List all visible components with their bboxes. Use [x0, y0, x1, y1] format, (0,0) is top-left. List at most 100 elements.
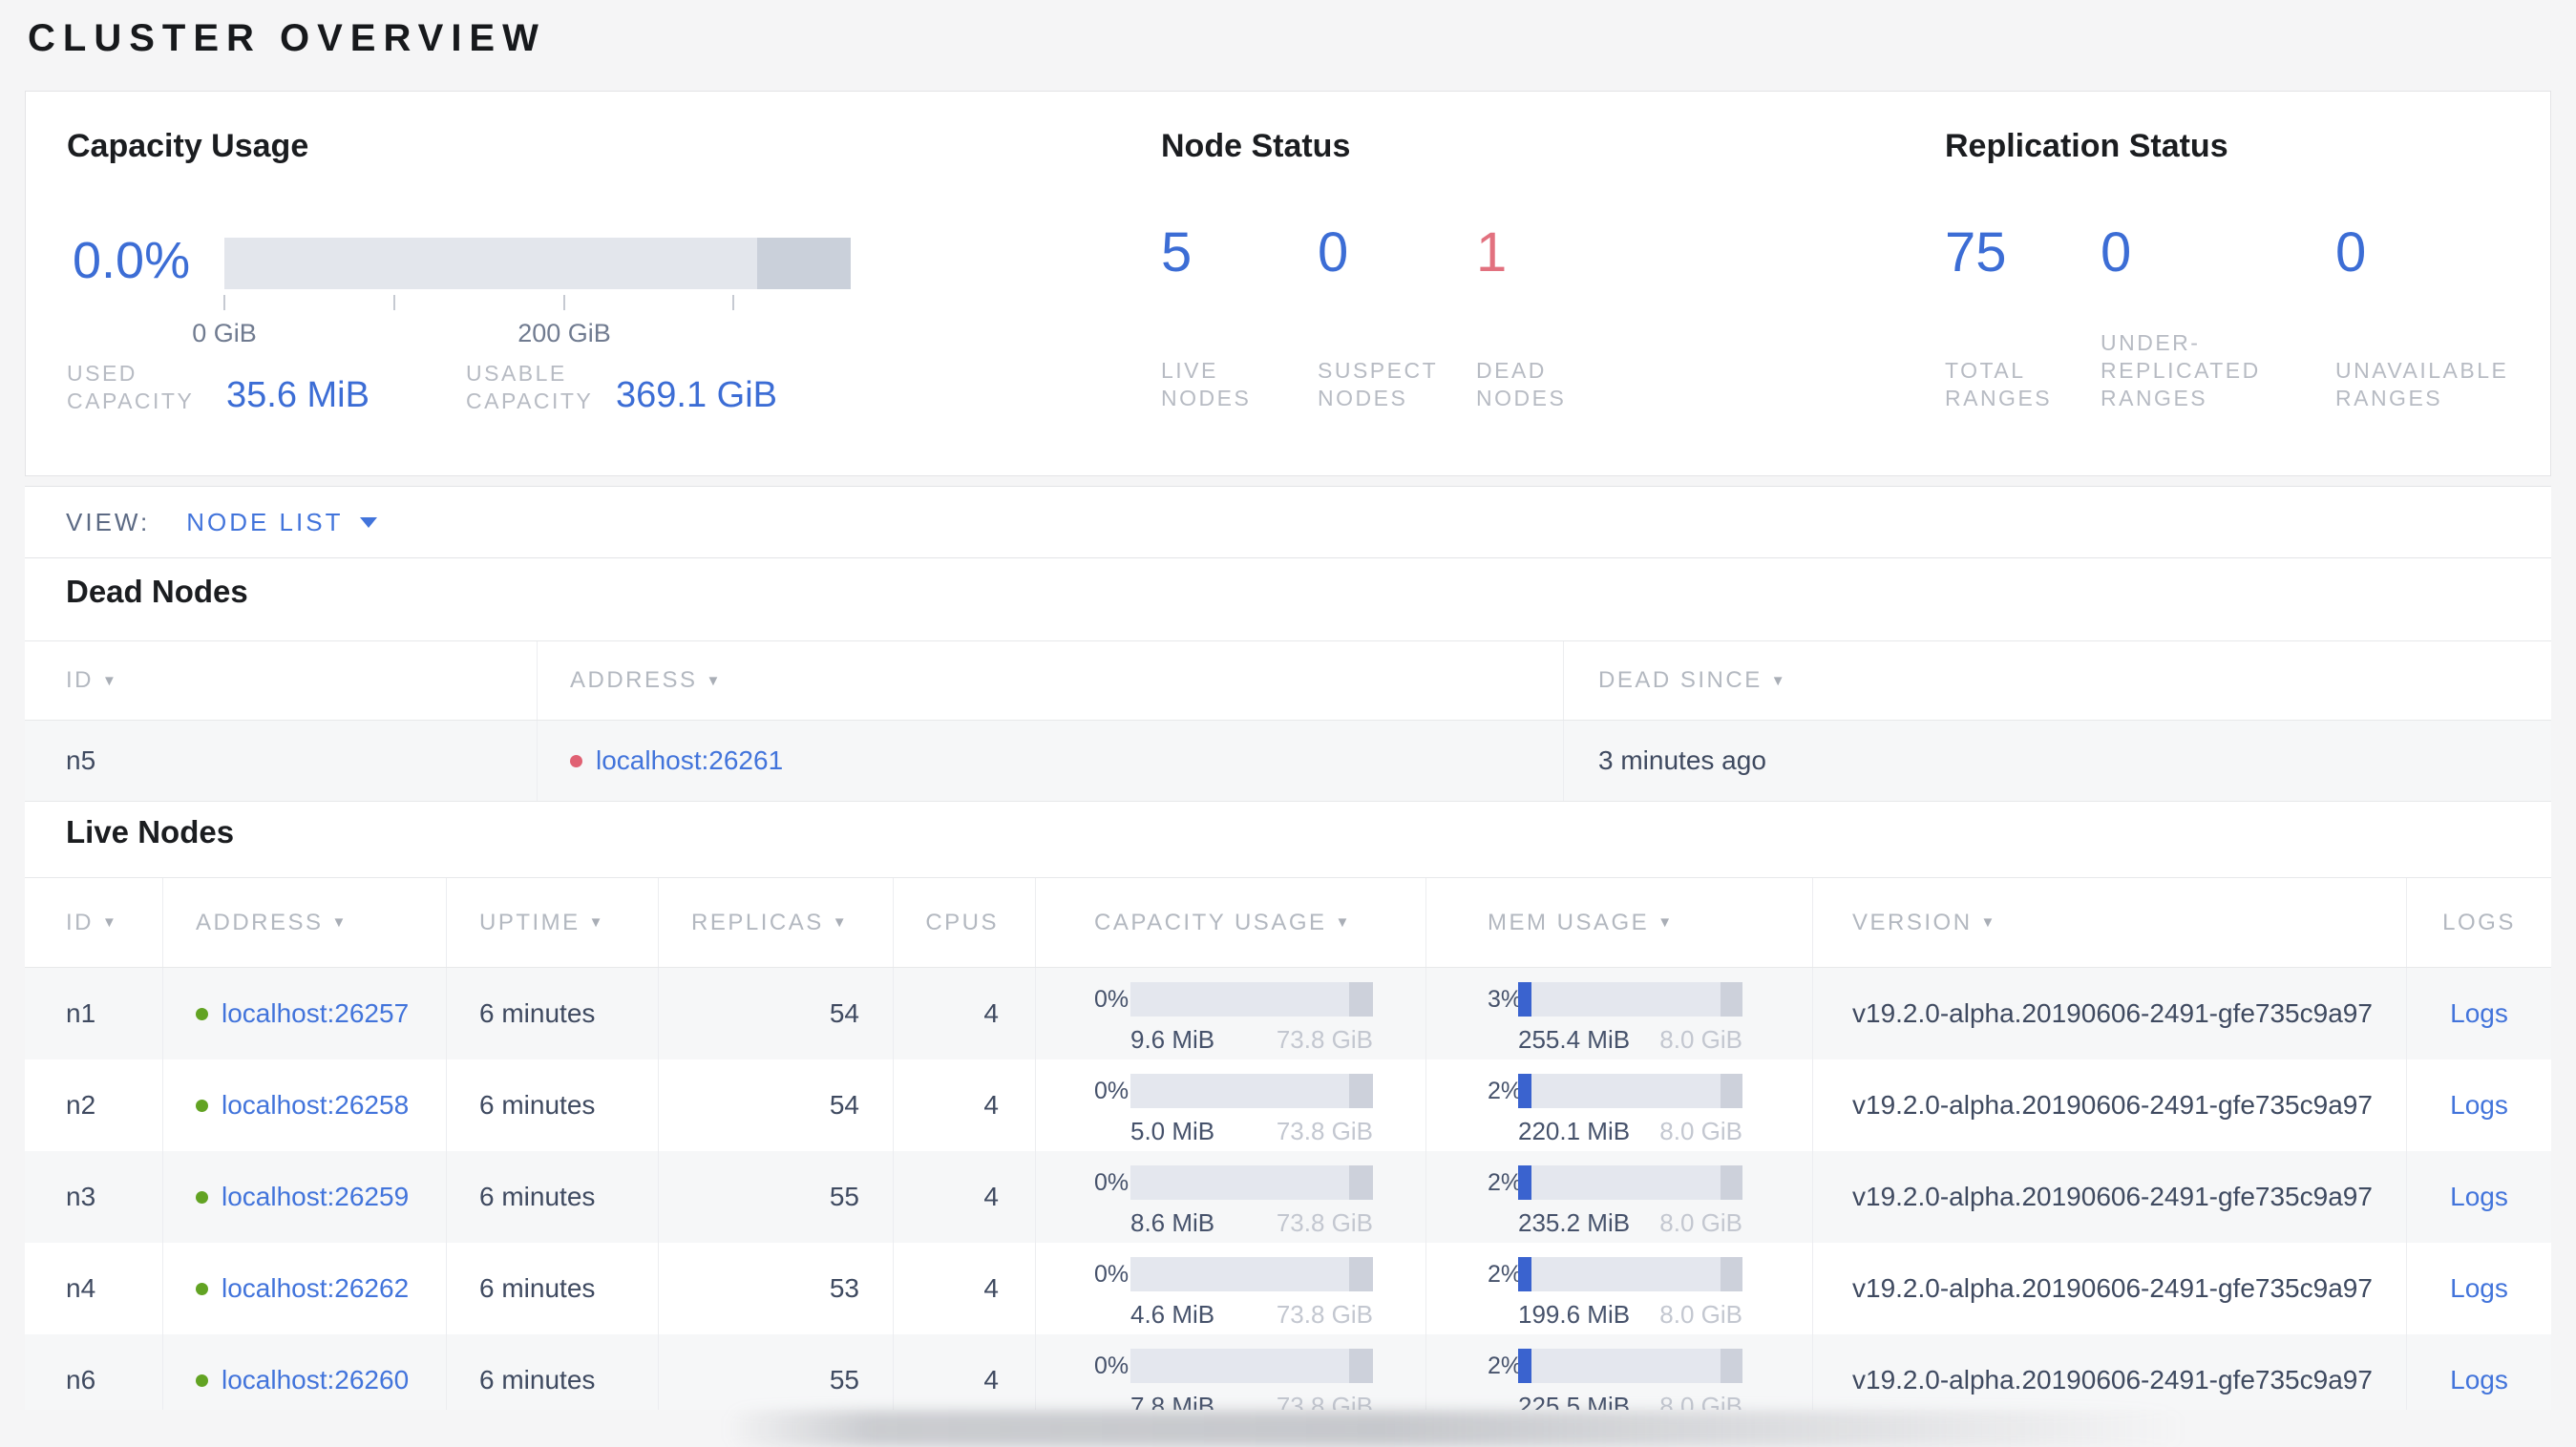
cluster-summary-panel: Capacity Usage 0.0% 0 GiB 200 GiB USED C… [25, 91, 2551, 476]
capacity-bar-other-segment [1348, 1165, 1373, 1200]
dead-nodes-label: DEAD NODES [1476, 358, 1567, 410]
node-address-link[interactable]: localhost:26258 [222, 1090, 409, 1121]
capacity-percent: 0% [1094, 1077, 1130, 1104]
mem-used-value: 255.4 MiB [1518, 1025, 1631, 1054]
node-address-cell: localhost:26261 [538, 721, 1564, 801]
node-address-cell: localhost:26262 [163, 1243, 447, 1334]
node-id-cell: n3 [25, 1151, 163, 1243]
suspect-nodes-metric: 0 SUSPECT NODES [1318, 225, 1438, 412]
mem-percent: 2% [1488, 1260, 1523, 1288]
live-node-row: n3 localhost:26259 6 minutes 55 4 0% 8.6… [25, 1151, 2551, 1243]
node-address-cell: localhost:26260 [163, 1334, 447, 1410]
capacity-percent: 0% [1094, 1168, 1130, 1196]
view-selector-dropdown[interactable]: NODE LIST [186, 507, 378, 537]
capacity-bar [1130, 982, 1373, 1017]
mem-used-value: 220.1 MiB [1518, 1117, 1631, 1145]
mem-percent: 3% [1488, 985, 1523, 1013]
node-address-link[interactable]: localhost:26259 [222, 1182, 409, 1212]
capacity-bar-other-segment [756, 238, 851, 289]
node-address-link[interactable]: localhost:26257 [222, 998, 409, 1029]
view-bar: VIEW: NODE LIST [25, 486, 2551, 558]
logs-link[interactable]: Logs [2450, 1090, 2508, 1121]
node-cpus-cell: 4 [894, 1151, 1036, 1243]
column-header-label: LOGS [2442, 909, 2516, 935]
suspect-nodes-count: 0 [1318, 221, 1349, 283]
node-address-cell: localhost:26257 [163, 968, 447, 1059]
capacity-used-value: 5.0 MiB [1130, 1117, 1215, 1145]
axis-tick [223, 295, 225, 310]
column-header-label: CAPACITY USAGE [1094, 909, 1327, 935]
node-address-link[interactable]: localhost:26260 [222, 1365, 409, 1395]
mem-bar-other-segment [1720, 982, 1742, 1017]
live-nodes-body: n1 localhost:26257 6 minutes 54 4 0% 9.6… [25, 968, 2551, 1410]
sort-caret-icon: ▼ [1770, 672, 1788, 689]
capacity-usage-bar [224, 238, 851, 289]
capacity-usage-title: Capacity Usage [67, 128, 309, 164]
total-ranges-metric: 75 TOTAL RANGES [1945, 225, 2052, 412]
capacity-total-value: 73.8 GiB [1276, 1208, 1373, 1237]
column-header-label: DEAD SINCE [1598, 667, 1763, 693]
sort-caret-icon: ▼ [706, 672, 723, 689]
dead-nodes-header-row: ID ▼ ADDRESS ▼ DEAD SINCE ▼ [25, 640, 2551, 721]
capacity-used-value: 4.6 MiB [1130, 1300, 1215, 1329]
column-header-did[interactable]: ID ▼ [25, 641, 538, 720]
mem-total-value: 8.0 GiB [1659, 1025, 1742, 1054]
mem-percent: 2% [1488, 1168, 1523, 1196]
node-address-link[interactable]: localhost:26261 [596, 745, 783, 776]
sort-caret-icon: ▼ [102, 914, 119, 931]
column-header-uptime[interactable]: UPTIME ▼ [447, 878, 659, 967]
node-logs-cell: Logs [2407, 968, 2551, 1059]
column-header-capacity[interactable]: CAPACITY USAGE ▼ [1036, 878, 1426, 967]
node-replicas-cell: 54 [659, 968, 894, 1059]
capacity-bar-other-segment [1348, 1349, 1373, 1383]
node-capacity-cell: 0% 5.0 MiB 73.8 GiB [1036, 1059, 1426, 1151]
dead-nodes-body: n5 localhost:26261 3 minutes ago [25, 721, 2551, 801]
column-header-daddress[interactable]: ADDRESS ▼ [538, 641, 1564, 720]
unavailable-ranges-label: UNAVAILABLE RANGES [2335, 358, 2509, 410]
node-version-cell: v19.2.0-alpha.20190606-2491-gfe735c9a97 [1813, 1334, 2407, 1410]
column-header-address[interactable]: ADDRESS ▼ [163, 878, 447, 967]
mem-bar-other-segment [1720, 1074, 1742, 1108]
axis-tick [393, 295, 395, 310]
mem-bar [1518, 1165, 1742, 1200]
sort-caret-icon: ▼ [832, 914, 850, 931]
mem-bar-other-segment [1720, 1165, 1742, 1200]
logs-link[interactable]: Logs [2450, 1273, 2508, 1304]
column-header-replicas[interactable]: REPLICAS ▼ [659, 878, 894, 967]
axis-tick [732, 295, 734, 310]
node-logs-cell: Logs [2407, 1151, 2551, 1243]
capacity-bar [1130, 1257, 1373, 1291]
mem-bar [1518, 1074, 1742, 1108]
node-replicas-cell: 55 [659, 1334, 894, 1410]
column-header-label: ADDRESS [570, 667, 698, 693]
sort-caret-icon: ▼ [588, 914, 606, 931]
node-logs-cell: Logs [2407, 1059, 2551, 1151]
mem-total-value: 8.0 GiB [1659, 1117, 1742, 1145]
view-label: VIEW: [66, 507, 151, 536]
column-header-dsince[interactable]: DEAD SINCE ▼ [1564, 641, 2551, 720]
logs-link[interactable]: Logs [2450, 1182, 2508, 1212]
mem-total-value: 8.0 GiB [1659, 1300, 1742, 1329]
mem-used-value: 235.2 MiB [1518, 1208, 1631, 1237]
logs-link[interactable]: Logs [2450, 1365, 2508, 1395]
used-capacity-value: 35.6 MiB [226, 375, 370, 415]
dead-node-row: n5 localhost:26261 3 minutes ago [25, 721, 2551, 801]
page-title: CLUSTER OVERVIEW [28, 17, 546, 59]
dead-since-cell: 3 minutes ago [1598, 745, 1766, 775]
column-header-mem[interactable]: MEM USAGE ▼ [1426, 878, 1813, 967]
dead-nodes-metric: 1 DEAD NODES [1476, 225, 1566, 412]
mem-percent: 2% [1488, 1352, 1523, 1379]
sort-caret-icon: ▼ [1658, 914, 1675, 931]
node-address-link[interactable]: localhost:26262 [222, 1273, 409, 1304]
mem-used-value: 199.6 MiB [1518, 1300, 1631, 1329]
capacity-used-value: 7.8 MiB [1130, 1392, 1215, 1410]
view-selected-value: NODE LIST [186, 507, 344, 536]
node-mem-cell: 2% 225.5 MiB 8.0 GiB [1426, 1334, 1813, 1410]
column-header-version[interactable]: VERSION ▼ [1813, 878, 2407, 967]
usable-capacity-value: 369.1 GiB [616, 375, 777, 415]
capacity-used-value: 8.6 MiB [1130, 1208, 1215, 1237]
column-header-id[interactable]: ID ▼ [25, 878, 163, 967]
logs-link[interactable]: Logs [2450, 998, 2508, 1029]
total-ranges-count: 75 [1945, 221, 2007, 283]
chevron-down-icon [360, 516, 378, 528]
